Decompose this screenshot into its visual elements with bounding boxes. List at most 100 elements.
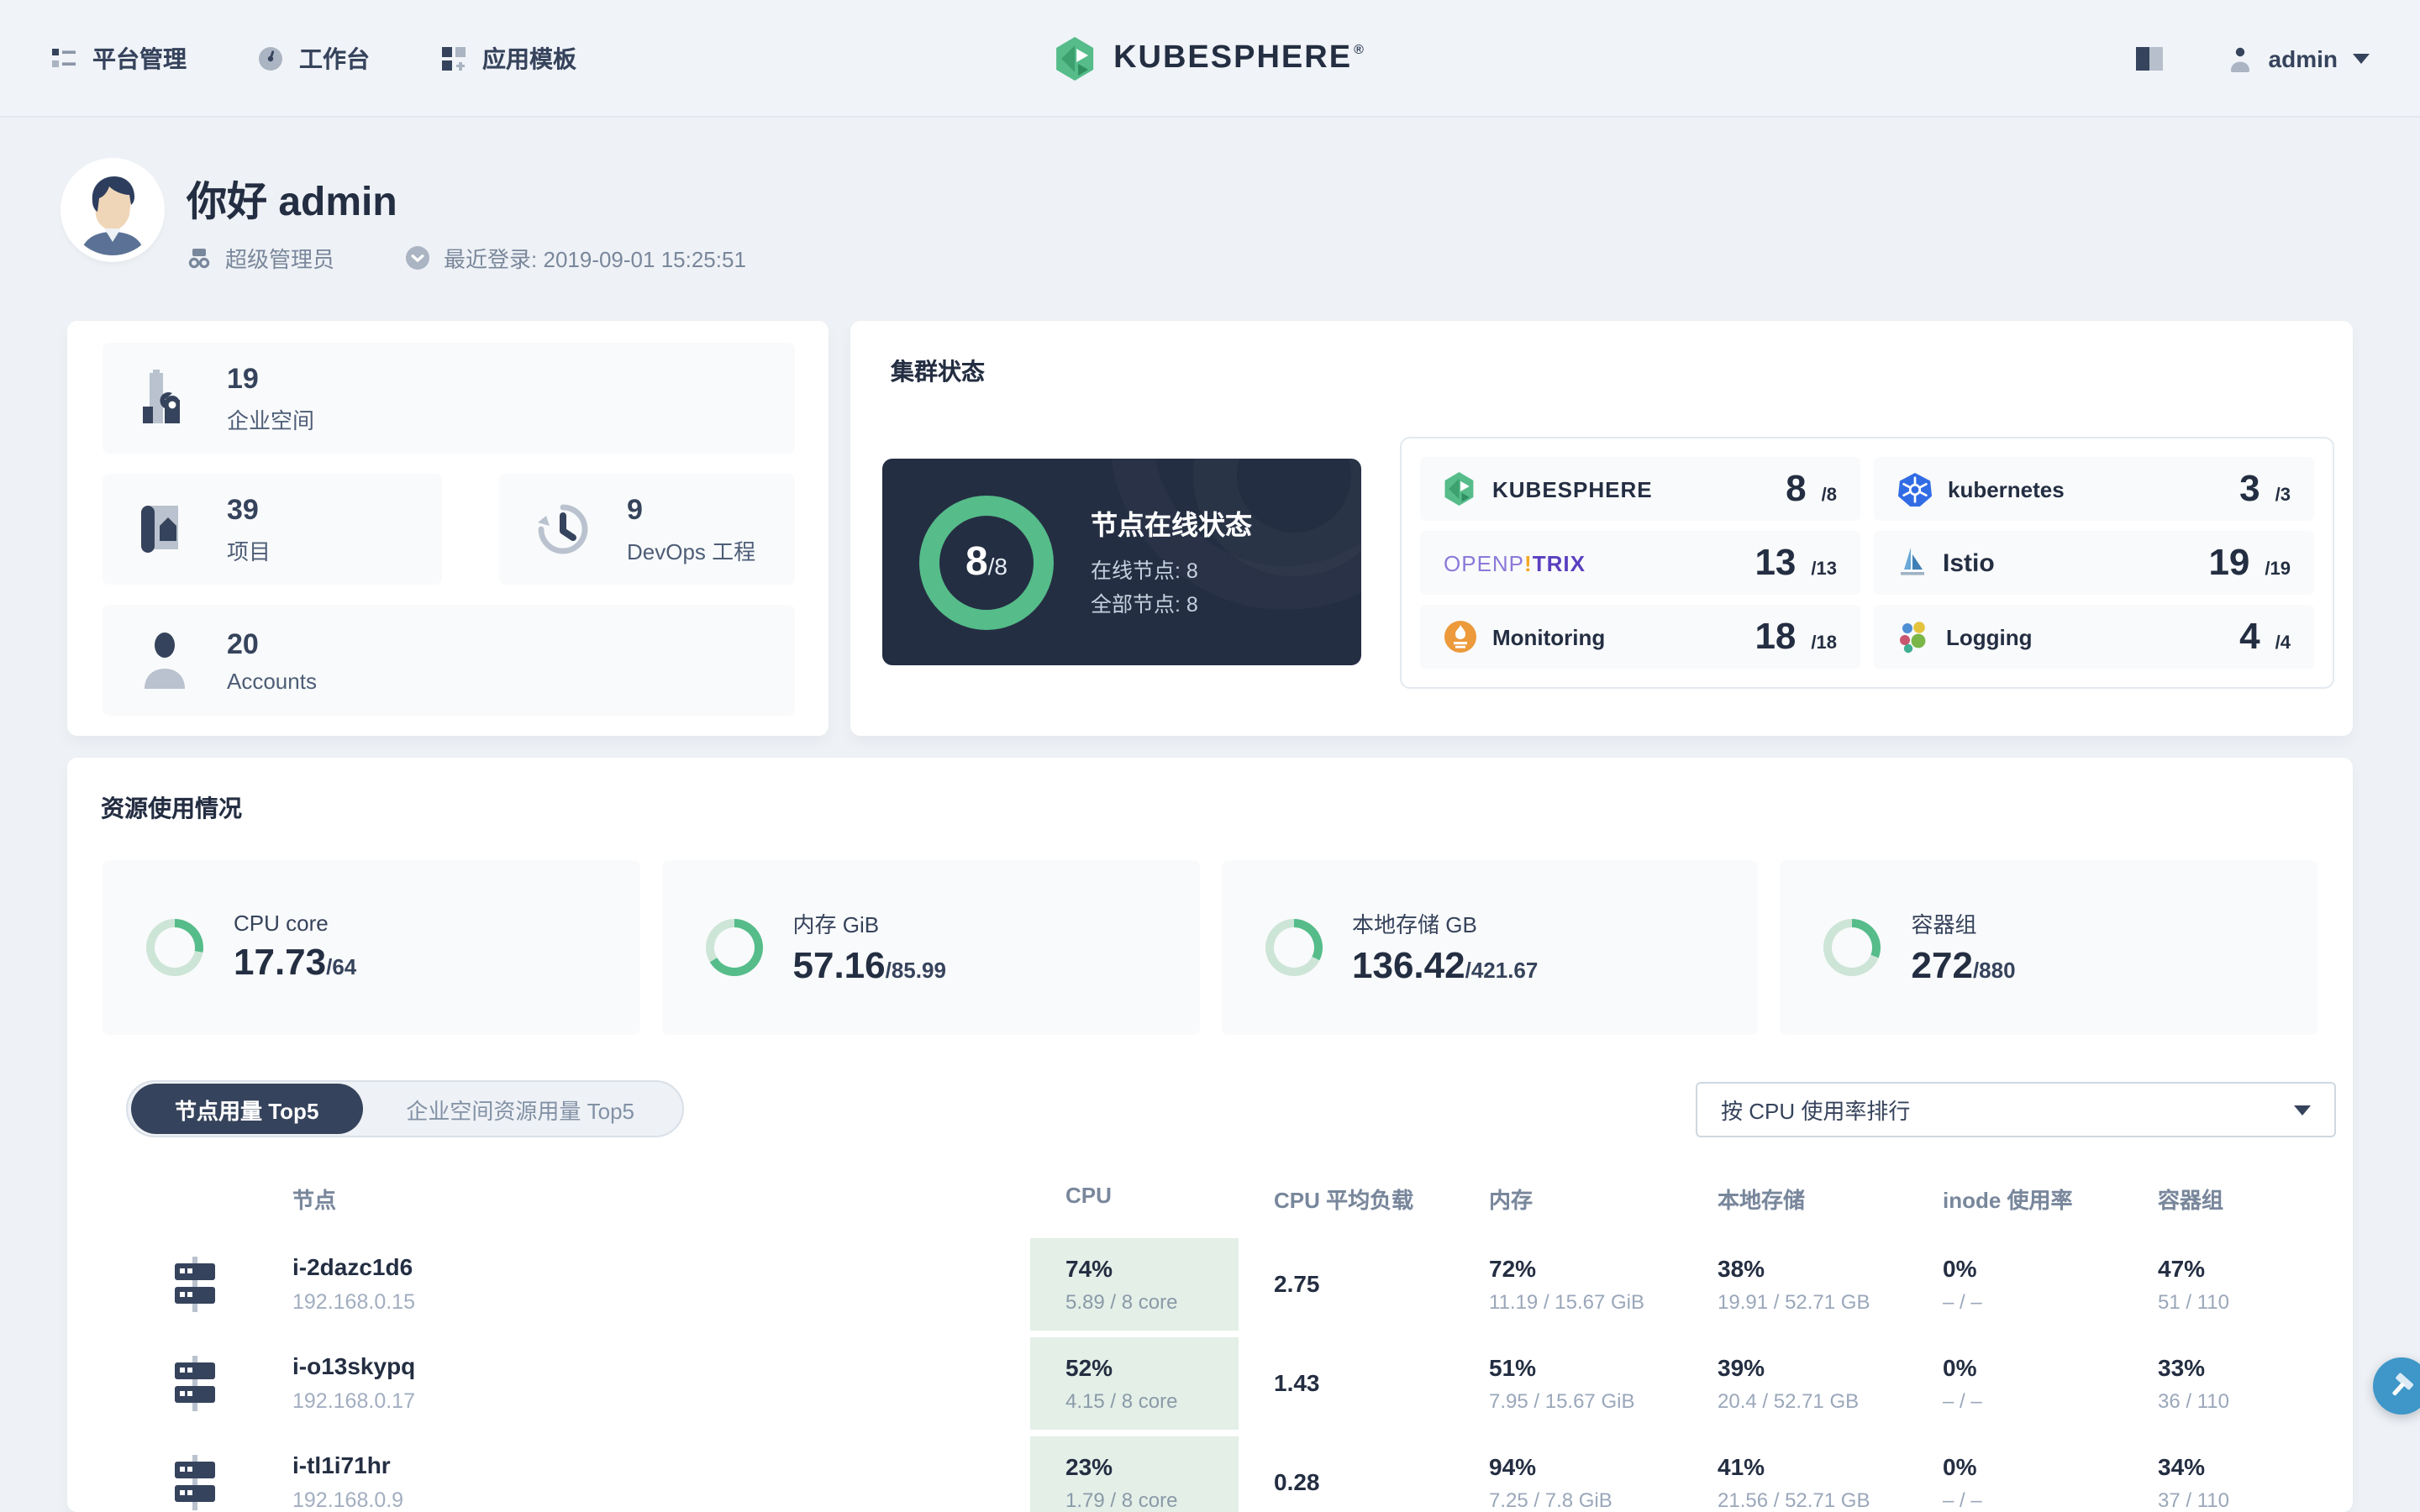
memory-detail: 7.95 / 15.67 GiB	[1489, 1389, 1635, 1413]
nav-workbench[interactable]: 工作台	[257, 41, 370, 75]
resource-memory: 内存 GiB 57.16/85.99	[661, 860, 1199, 1035]
greeting-title: 你好 admin	[187, 180, 397, 225]
table-row[interactable]: i-2dazc1d6 192.168.0.15 74% 5.89 / 8 cor…	[126, 1238, 2334, 1331]
memory-detail: 11.19 / 15.67 GiB	[1489, 1290, 1645, 1314]
storage-detail: 19.91 / 52.71 GB	[1718, 1290, 1870, 1314]
component-name: Monitoring	[1492, 624, 1606, 649]
greeting-block: 你好 admin 超级管理员 最近登录: 2019-09-01 15:25:51	[67, 165, 746, 274]
stat-value: 20	[227, 627, 259, 659]
grid-apps-icon	[440, 45, 467, 71]
cluster-status-card: 集群状态 8/8 节点在线状态 在线节点: 8 全部节点: 8 KUBESPHE…	[850, 321, 2353, 736]
cpu-percent: 74%	[1065, 1255, 1113, 1282]
accounts-person-icon	[139, 632, 190, 689]
node-online-status-panel: 8/8 节点在线状态 在线节点: 8 全部节点: 8	[882, 459, 1361, 665]
stat-label: 项目	[227, 538, 271, 564]
component-name: kubernetes	[1948, 476, 2065, 501]
node-server-icon	[171, 1257, 218, 1312]
stat-value: 39	[227, 493, 259, 525]
brand-text: KUBESPHERE ®	[1113, 39, 1365, 75]
storage-percent: 38%	[1718, 1255, 1765, 1282]
role-badge-icon	[187, 247, 212, 269]
component-capacity: /19	[2265, 559, 2291, 580]
cluster-status-title: 集群状态	[891, 358, 985, 385]
node-ip: 192.168.0.9	[292, 1488, 404, 1512]
resource-label: 内存 GiB	[792, 912, 880, 937]
stat-label: 企业空间	[227, 407, 315, 433]
col-cpu: CPU	[1065, 1183, 1112, 1208]
monitoring-prometheus-icon	[1444, 620, 1477, 654]
component-monitoring[interactable]: Monitoring 18 /18	[1420, 605, 1860, 669]
resource-usage-title: 资源使用情况	[101, 795, 242, 822]
component-value: 18	[1754, 615, 1797, 657]
storage-usage-donut	[1265, 919, 1322, 976]
cpu-detail: 1.79 / 8 core	[1065, 1488, 1178, 1512]
resource-value: 57.16/85.99	[792, 944, 946, 986]
toolbox-button[interactable]	[2373, 1357, 2420, 1415]
resource-value: 17.73/64	[234, 941, 357, 983]
memory-usage-donut	[705, 919, 763, 976]
component-capacity: /18	[1811, 633, 1837, 654]
avatar	[67, 165, 158, 255]
inode-percent: 0%	[1943, 1354, 1977, 1381]
tab-node-usage-top5[interactable]: 节点用量 Top5	[131, 1084, 363, 1134]
stat-devops[interactable]: 9 DevOps 工程	[499, 474, 795, 585]
stat-value: 9	[627, 493, 643, 525]
project-icon	[139, 502, 190, 556]
devops-cycle-icon	[536, 502, 590, 556]
col-pods: 容器组	[2158, 1188, 2224, 1213]
storage-detail: 20.4 / 52.71 GB	[1718, 1389, 1860, 1413]
node-name[interactable]: i-2dazc1d6	[292, 1253, 413, 1280]
component-capacity: /13	[1811, 559, 1837, 580]
inode-percent: 0%	[1943, 1453, 1977, 1480]
storage-percent: 39%	[1718, 1354, 1765, 1381]
col-memory: 内存	[1489, 1188, 1534, 1213]
sort-by-dropdown[interactable]: 按 CPU 使用率排行	[1696, 1082, 2336, 1137]
nav-label: 应用模板	[482, 45, 576, 71]
tab-workspace-usage-top5[interactable]: 企业空间资源用量 Top5	[362, 1084, 678, 1134]
cpu-percent: 52%	[1065, 1354, 1113, 1381]
storage-detail: 21.56 / 52.71 GB	[1718, 1488, 1870, 1512]
table-row[interactable]: i-o13skypq 192.168.0.17 52% 4.15 / 8 cor…	[126, 1337, 2334, 1430]
cpu-detail: 4.15 / 8 core	[1065, 1389, 1178, 1413]
nav-app-templates[interactable]: 应用模板	[440, 41, 576, 75]
pods-percent: 34%	[2158, 1453, 2206, 1480]
nav-platform-management[interactable]: 平台管理	[50, 41, 187, 75]
node-name[interactable]: i-tl1i71hr	[292, 1452, 391, 1478]
cpu-load: 0.28	[1274, 1468, 1320, 1495]
kubesphere-icon	[1444, 470, 1477, 507]
nodes-online-donut: 8/8	[919, 495, 1054, 629]
stat-accounts[interactable]: 20 Accounts	[103, 605, 795, 716]
component-value: 3	[2239, 467, 2260, 509]
last-login-clock-icon	[405, 245, 430, 270]
top5-tabs: 节点用量 Top5 企业空间资源用量 Top5	[126, 1080, 684, 1137]
sort-by-value: 按 CPU 使用率排行	[1721, 1099, 1911, 1124]
kubesphere-dashboard: 平台管理 工作台 应用模板 KUBESPHERE ® admin 你好 admi…	[0, 0, 2420, 1512]
component-kubernetes[interactable]: kubernetes 3 /3	[1874, 457, 2314, 521]
component-istio[interactable]: Istio 19 /19	[1874, 531, 2314, 595]
node-server-icon	[171, 1455, 218, 1510]
cpu-cell-highlight	[1030, 1238, 1239, 1331]
component-value: 19	[2208, 541, 2250, 583]
username: admin	[2268, 45, 2338, 71]
stat-workspaces[interactable]: 19 企业空间	[103, 343, 795, 454]
pods-detail: 37 / 110	[2158, 1488, 2229, 1512]
stat-label: DevOps 工程	[627, 538, 756, 564]
cpu-load: 1.43	[1274, 1369, 1320, 1396]
stat-projects[interactable]: 39 项目	[103, 474, 442, 585]
resource-label: 容器组	[1911, 912, 1977, 937]
cpu-cell-highlight	[1030, 1337, 1239, 1430]
inode-detail: – / –	[1943, 1290, 1982, 1314]
component-openpitrix[interactable]: OPENP!TRIX 13 /13	[1420, 531, 1860, 595]
docs-book-icon[interactable]	[2133, 45, 2166, 71]
component-logging[interactable]: Logging 4 /4	[1874, 605, 2314, 669]
component-kubesphere[interactable]: KUBESPHERE 8 /8	[1420, 457, 1860, 521]
resource-label: 本地存储 GB	[1352, 912, 1477, 937]
resource-pods: 容器组 272/880	[1780, 860, 2317, 1035]
resource-cpu: CPU core 17.73/64	[103, 860, 640, 1035]
node-name[interactable]: i-o13skypq	[292, 1352, 415, 1379]
nav-label: 平台管理	[92, 45, 187, 71]
stat-value: 19	[227, 362, 259, 394]
table-row[interactable]: i-tl1i71hr 192.168.0.9 23% 1.79 / 8 core…	[126, 1436, 2334, 1512]
user-menu[interactable]: admin	[2227, 45, 2370, 71]
hammer-icon	[2386, 1371, 2417, 1401]
